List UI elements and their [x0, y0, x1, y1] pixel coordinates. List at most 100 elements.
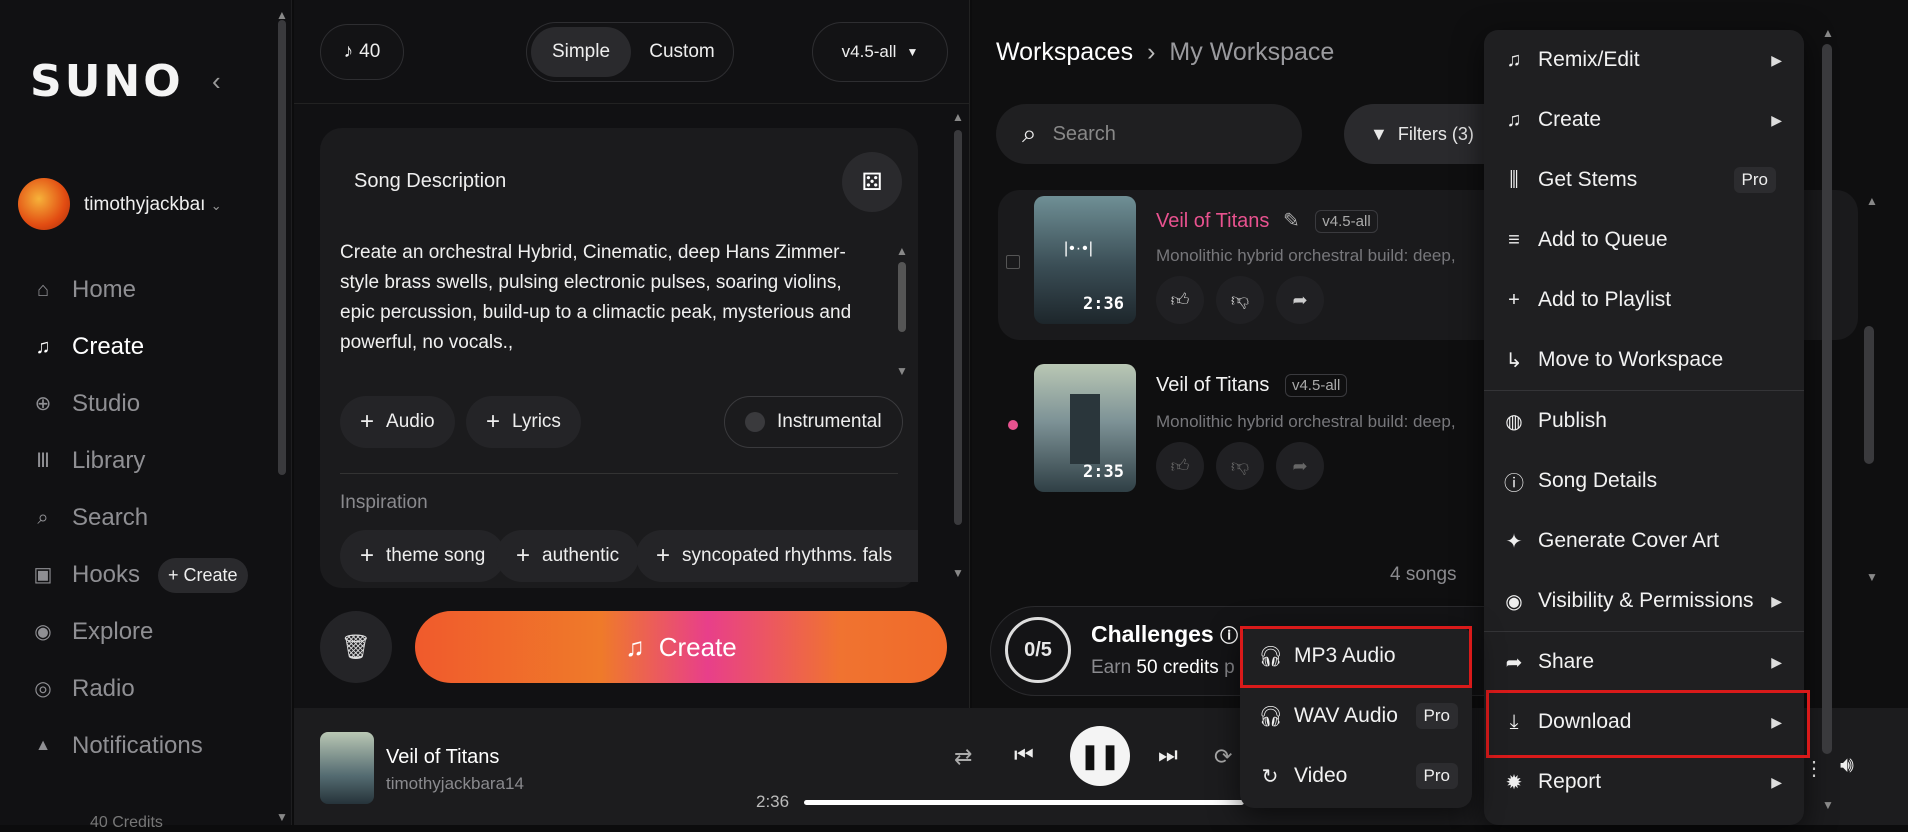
menu-item-song-details[interactable]: ⓘ Song Details	[1484, 451, 1804, 511]
sidebar-scrollbar[interactable]	[278, 20, 286, 475]
next-icon[interactable]: ⏭	[1158, 742, 1178, 768]
panel-scroll-down[interactable]: ▼	[952, 566, 964, 580]
sidebar-item-studio[interactable]: ⊕ Studio	[32, 390, 140, 418]
instrumental-toggle[interactable]: Instrumental	[724, 396, 903, 448]
description-textarea[interactable]: Create an orchestral Hybrid, Cinematic, …	[340, 238, 870, 358]
dice-icon[interactable]: ⚄	[842, 152, 902, 212]
more-options-icon[interactable]: ⋮	[1804, 756, 1824, 781]
panel-scroll-up[interactable]: ▲	[952, 110, 964, 124]
menu-item-create[interactable]: ♫ Create ▶	[1484, 90, 1804, 150]
menu-scroll-down[interactable]: ▼	[1822, 798, 1834, 812]
submenu-item-wav-audio[interactable]: 🎧︎ WAV Audio Pro	[1240, 686, 1472, 746]
mode-simple-button[interactable]: Simple	[531, 27, 631, 77]
repeat-icon[interactable]: ⟳	[1214, 744, 1232, 770]
username[interactable]: timothyjackbaı ⌄	[84, 194, 222, 216]
suno-logo[interactable]: SUNO	[30, 56, 184, 107]
now-playing-artist[interactable]: timothyjackbara14	[386, 774, 524, 794]
sidebar-item-create[interactable]: ♫ Create	[32, 333, 145, 361]
credits-pill[interactable]: ♪ 40	[320, 24, 404, 80]
sidebar: SUNO ‹ timothyjackbaı ⌄ ⌂ Home ♫ Create ⊕ S…	[0, 0, 292, 831]
workspace-scroll-up[interactable]: ▲	[1866, 194, 1878, 208]
info-icon[interactable]: ⓘ	[1220, 626, 1238, 646]
menu-item-get-stems[interactable]: ⫼ Get Stems Pro	[1484, 150, 1804, 210]
menu-item-remix-edit[interactable]: ♫ Remix/Edit ▶	[1484, 30, 1804, 90]
share-icon[interactable]: ➦	[1276, 442, 1324, 490]
elapsed-time: 2:36	[756, 792, 790, 811]
workspace-scrollbar[interactable]	[1864, 326, 1874, 464]
search-input[interactable]: ⌕ Search	[996, 104, 1302, 164]
select-checkbox[interactable]	[1006, 255, 1020, 269]
pause-button[interactable]: ❚❚	[1070, 726, 1130, 786]
submenu-item-label: WAV Audio	[1294, 704, 1398, 727]
panel-scrollbar[interactable]	[954, 130, 962, 525]
compass-icon: ◉	[34, 621, 52, 643]
song-duration: 2:35	[1083, 462, 1124, 482]
share-icon[interactable]: ➦	[1276, 276, 1324, 324]
stems-icon: ⫼	[1509, 168, 1519, 191]
workspace-scroll-down[interactable]: ▼	[1866, 570, 1878, 584]
song-thumbnail[interactable]: 2:35	[1034, 364, 1136, 492]
create-button[interactable]: ♫ Create	[415, 611, 947, 683]
tag-button[interactable]: + authentic	[496, 530, 640, 582]
submenu-item-video[interactable]: ↻ Video Pro	[1240, 746, 1472, 806]
textarea-scroll-up[interactable]: ▲	[896, 244, 908, 258]
bell-icon: ▲	[35, 737, 51, 754]
menu-item-label: Publish	[1538, 409, 1607, 432]
volume-icon[interactable]: 🔊︎	[1840, 752, 1854, 778]
sidebar-item-radio[interactable]: ◎ Radio	[32, 675, 134, 703]
tag-label: theme song	[386, 545, 486, 566]
mode-custom-button[interactable]: Custom	[633, 27, 731, 77]
shuffle-icon[interactable]: ⇄	[954, 744, 972, 770]
song-title[interactable]: Veil of Titans	[1156, 210, 1269, 232]
menu-item-move-to-workspace[interactable]: ↳ Move to Workspace	[1484, 330, 1804, 390]
menu-scrollbar[interactable]	[1822, 44, 1832, 754]
pencil-icon[interactable]: ✎	[1283, 210, 1300, 232]
menu-item-generate-cover-art[interactable]: ✦ Generate Cover Art	[1484, 511, 1804, 571]
progress-bar[interactable]	[804, 800, 1244, 805]
collapse-sidebar-icon[interactable]: ‹	[212, 66, 221, 97]
library-icon: Ⅲ	[36, 450, 50, 472]
thumbs-up-icon[interactable]: 👍︎	[1156, 276, 1204, 324]
tag-button[interactable]: + theme song	[340, 530, 506, 582]
scroll-up-arrow[interactable]: ▲	[276, 8, 288, 22]
add-audio-button[interactable]: + Audio	[340, 396, 455, 448]
now-playing-title[interactable]: Veil of Titans	[386, 746, 499, 769]
scroll-down-arrow[interactable]: ▼	[276, 810, 288, 824]
plus-icon: +	[516, 542, 531, 569]
menu-item-report[interactable]: ✹ Report ▶	[1484, 752, 1804, 812]
instrumental-label: Instrumental	[777, 411, 882, 432]
menu-scroll-up[interactable]: ▲	[1822, 26, 1834, 40]
tag-button[interactable]: + syncopated rhythms. fals	[636, 530, 918, 582]
now-playing-thumbnail[interactable]	[320, 732, 374, 804]
submenu-item-mp3-audio[interactable]: 🎧︎ MP3 Audio	[1240, 626, 1472, 686]
menu-item-download[interactable]: ⤓ Download ▶	[1484, 692, 1804, 752]
sidebar-item-search[interactable]: ⌕ Search	[32, 504, 148, 532]
sidebar-item-explore[interactable]: ◉ Explore	[32, 618, 153, 646]
trash-icon[interactable]: 🗑	[320, 611, 392, 683]
sidebar-item-library[interactable]: Ⅲ Library	[32, 447, 145, 475]
thumbs-down-icon[interactable]: 👎︎	[1216, 442, 1264, 490]
song-title[interactable]: Veil of Titans	[1156, 374, 1269, 396]
previous-icon[interactable]: ⏮	[1014, 742, 1034, 768]
sidebar-item-home[interactable]: ⌂ Home	[32, 276, 136, 304]
add-lyrics-button[interactable]: + Lyrics	[466, 396, 581, 448]
menu-item-add-to-queue[interactable]: ≡ Add to Queue	[1484, 210, 1804, 270]
thumbs-down-icon[interactable]: 👎︎	[1216, 276, 1264, 324]
hooks-create-button[interactable]: + Create	[158, 558, 248, 593]
thumbs-up-icon[interactable]: 👍︎	[1156, 442, 1204, 490]
filters-button[interactable]: ▼ Filters (3)	[1344, 104, 1494, 164]
textarea-scroll-down[interactable]: ▼	[896, 364, 908, 378]
sidebar-item-hooks[interactable]: ▣ Hooks	[32, 561, 140, 589]
video-icon: ↻	[1261, 765, 1279, 788]
breadcrumb: Workspaces › My Workspace	[996, 38, 1334, 67]
menu-item-add-to-playlist[interactable]: + Add to Playlist	[1484, 270, 1804, 330]
menu-item-share[interactable]: ➦ Share ▶	[1484, 632, 1804, 692]
textarea-scrollbar[interactable]	[898, 262, 906, 332]
song-thumbnail[interactable]: |•·•| 2:36	[1034, 196, 1136, 324]
sidebar-item-notifications[interactable]: ▲ Notifications	[32, 732, 203, 760]
breadcrumb-workspaces-link[interactable]: Workspaces	[996, 38, 1133, 67]
menu-item-publish[interactable]: ◍ Publish	[1484, 391, 1804, 451]
model-select[interactable]: v4.5-all ▼	[812, 22, 948, 82]
avatar[interactable]	[18, 178, 70, 230]
menu-item-visibility-permissions[interactable]: ◉ Visibility & Permissions ▶	[1484, 571, 1804, 631]
